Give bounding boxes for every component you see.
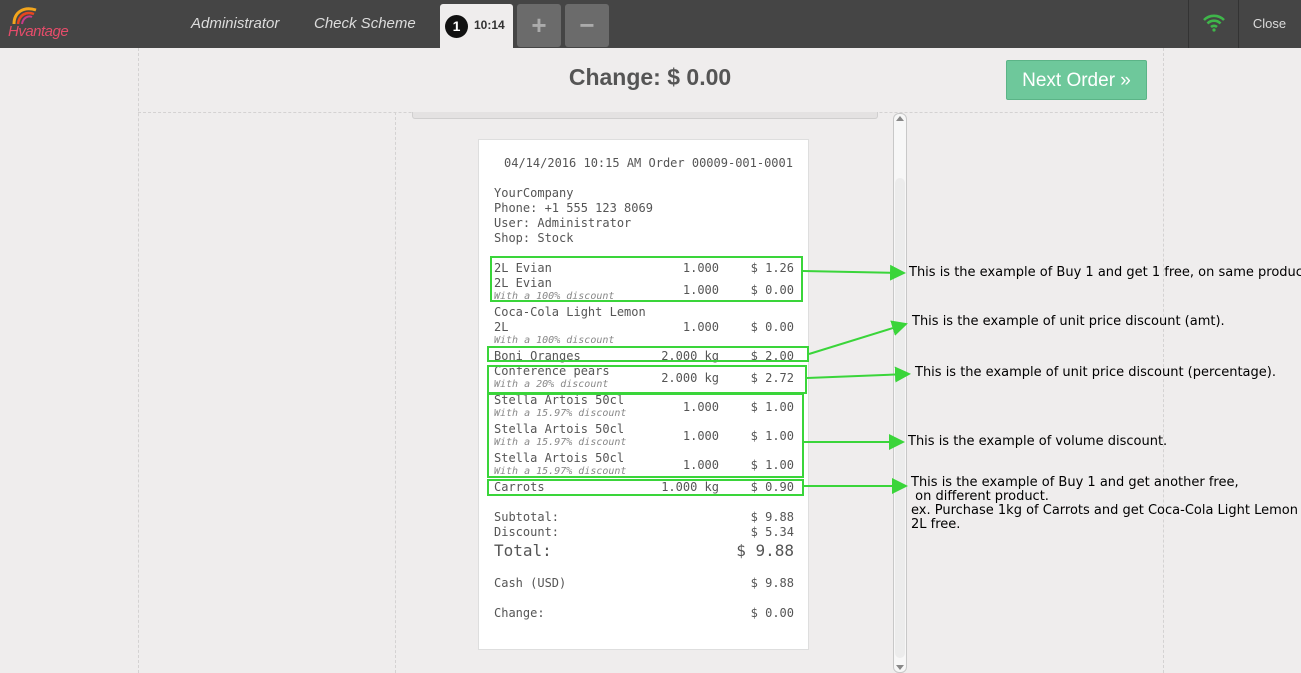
annotation-note: This is the example of Buy 1 and get 1 f… — [909, 265, 1301, 280]
annotation-note: This is the example of unit price discou… — [915, 365, 1276, 380]
arrow-line — [802, 264, 906, 281]
annotation-note: This is the example of Buy 1 and get ano… — [911, 475, 1299, 532]
arrow-line — [806, 366, 911, 383]
annotation-note: This is the example of unit price discou… — [912, 314, 1225, 329]
arrow-line — [808, 320, 908, 355]
annotation-note: This is the example of volume discount. — [908, 434, 1168, 449]
annotation-arrows — [802, 264, 911, 494]
